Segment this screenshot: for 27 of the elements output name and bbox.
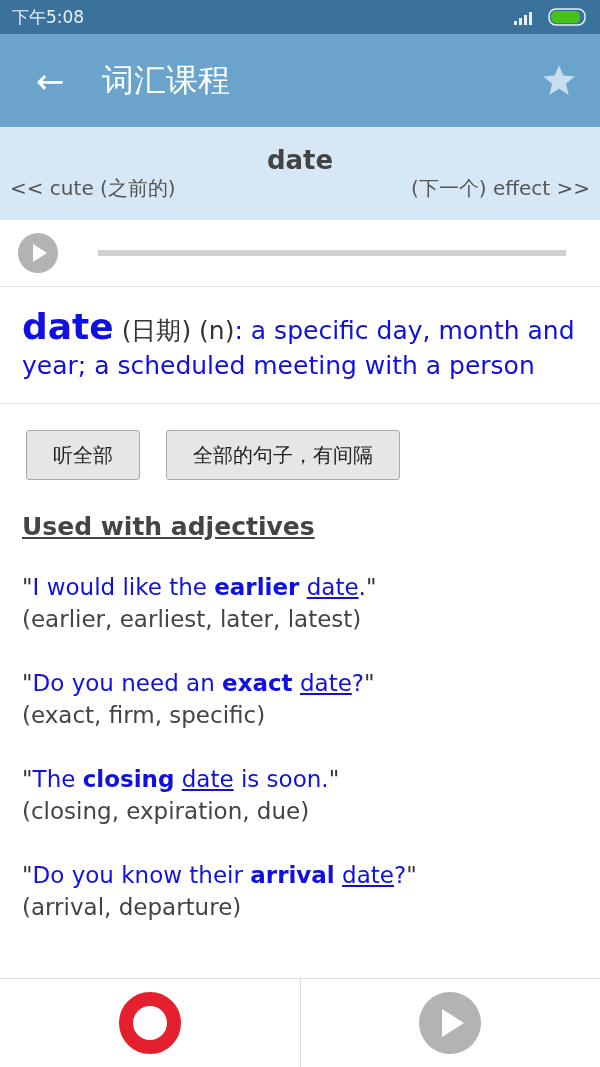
example-forms: (earlier, earliest, later, latest): [22, 605, 363, 634]
record-button[interactable]: [118, 992, 181, 1054]
example-sentence: "Do you need an exact date?": [22, 669, 376, 698]
word-link[interactable]: date: [181, 766, 234, 792]
definition-text: date (日期) (n): a specific day, month and year; a scheduled meeting with a person: [0, 287, 600, 404]
word-link[interactable]: date: [299, 670, 352, 696]
example-sentence: "The closing date is soon.": [22, 765, 341, 794]
play-icon[interactable]: [18, 233, 58, 273]
status-time: 下午5:08: [12, 5, 85, 29]
current-word: date: [266, 145, 334, 175]
example-sentence: "I would like the earlier date.": [22, 573, 378, 602]
section-heading: Used with adjectives: [22, 512, 316, 541]
next-word-link[interactable]: (下一个) effect >>: [410, 175, 590, 202]
example-forms: (closing, expiration, due): [22, 797, 311, 826]
battery-icon: [548, 8, 588, 26]
screen-title: 词汇课程: [102, 59, 231, 101]
star-icon[interactable]: [542, 64, 576, 97]
play-icon[interactable]: [419, 992, 482, 1054]
listen-button[interactable]: 听全部: [26, 430, 140, 480]
listen-button[interactable]: 全部的句子，有间隔: [166, 430, 400, 480]
example-forms: (exact, firm, specific): [22, 701, 267, 730]
audio-progress-track[interactable]: [98, 250, 566, 256]
word-link[interactable]: date: [342, 862, 394, 888]
word-link[interactable]: date: [306, 574, 359, 600]
previous-word-link[interactable]: << cute (之前的): [10, 175, 176, 202]
example-sentence: "Do you know their arrival date?": [22, 861, 418, 890]
example-forms: (arrival, departure): [22, 893, 243, 922]
